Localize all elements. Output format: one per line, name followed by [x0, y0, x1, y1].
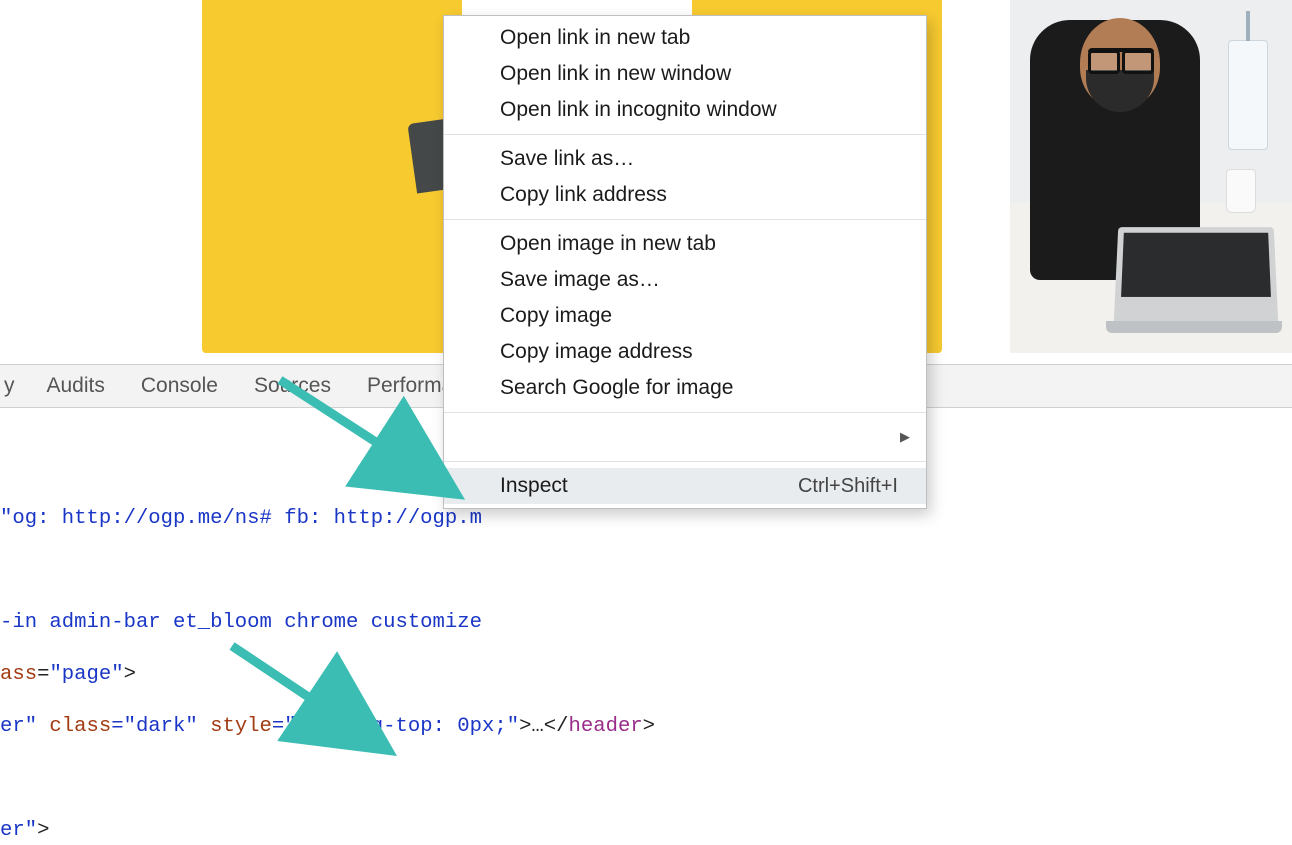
context-menu-item-label: Copy image	[500, 304, 612, 328]
devtools-tab[interactable]: Console	[123, 365, 236, 407]
context-menu-item[interactable]: Open link in new tab	[444, 20, 926, 56]
code-text: ="padding-top: 0px;"	[272, 715, 519, 738]
context-menu-item-label: Copy link address	[500, 183, 667, 207]
code-text: style	[198, 715, 272, 738]
code-text: header	[569, 715, 643, 738]
code-text: >	[124, 663, 136, 686]
article-card-right[interactable]	[1010, 0, 1292, 353]
context-menu-item[interactable]: Save image as…	[444, 262, 926, 298]
context-menu-item[interactable]: Save link as…	[444, 141, 926, 177]
context-menu-item-label: Open link in incognito window	[500, 98, 777, 122]
devtools-tab[interactable]: Sources	[236, 365, 349, 407]
context-menu-item-label: Open link in new tab	[500, 26, 690, 50]
code-text: ="dark"	[111, 715, 198, 738]
devtools-tab-label: Console	[141, 374, 218, 398]
code-text: "og: http://ogp.me/ns# fb: http://ogp.m	[0, 507, 482, 530]
code-text: class	[37, 715, 111, 738]
context-menu-separator	[444, 134, 926, 135]
devtools-tab-label: y	[4, 374, 15, 398]
context-menu-item[interactable]: Inspect Ctrl+Shift+I	[444, 468, 926, 504]
context-menu-item[interactable]: Copy image	[444, 298, 926, 334]
context-menu-item[interactable]: Open image in new tab	[444, 226, 926, 262]
context-menu-item[interactable]: Open link in incognito window	[444, 92, 926, 128]
context-menu-item[interactable]: Copy link address	[444, 177, 926, 213]
code-text: -in admin-bar et_bloom chrome customize	[0, 611, 482, 634]
devtools-tab-label: Sources	[254, 374, 331, 398]
context-menu: Open link in new tab Open link in new win…	[443, 15, 927, 509]
context-menu-item-label: Save link as…	[500, 147, 634, 171]
context-menu-item-label: Save image as…	[500, 268, 660, 292]
context-menu-submenu-item[interactable]	[444, 419, 926, 455]
devtools-tab[interactable]: y	[0, 365, 29, 407]
code-text: ass	[0, 663, 37, 686]
context-menu-item-label: Open image in new tab	[500, 232, 716, 256]
context-menu-item-label: Open link in new window	[500, 62, 731, 86]
context-menu-item-label: Search Google for image	[500, 376, 733, 400]
context-menu-separator	[444, 412, 926, 413]
code-text: >	[643, 715, 655, 738]
context-menu-separator	[444, 219, 926, 220]
code-text: >…</	[519, 715, 568, 738]
context-menu-item-shortcut: Ctrl+Shift+I	[798, 475, 898, 498]
code-text: >	[37, 819, 49, 842]
context-menu-item-label: Copy image address	[500, 340, 693, 364]
code-text: er"	[0, 715, 37, 738]
code-text: er"	[0, 819, 37, 842]
context-menu-item[interactable]: Open link in new window	[444, 56, 926, 92]
context-menu-item[interactable]: Copy image address	[444, 334, 926, 370]
devtools-tab-label: Audits	[47, 374, 105, 398]
devtools-tab[interactable]: Audits	[29, 365, 123, 407]
context-menu-item-label: Inspect	[500, 474, 568, 498]
code-text: "page"	[49, 663, 123, 686]
context-menu-separator	[444, 461, 926, 462]
context-menu-item[interactable]: Search Google for image	[444, 370, 926, 406]
